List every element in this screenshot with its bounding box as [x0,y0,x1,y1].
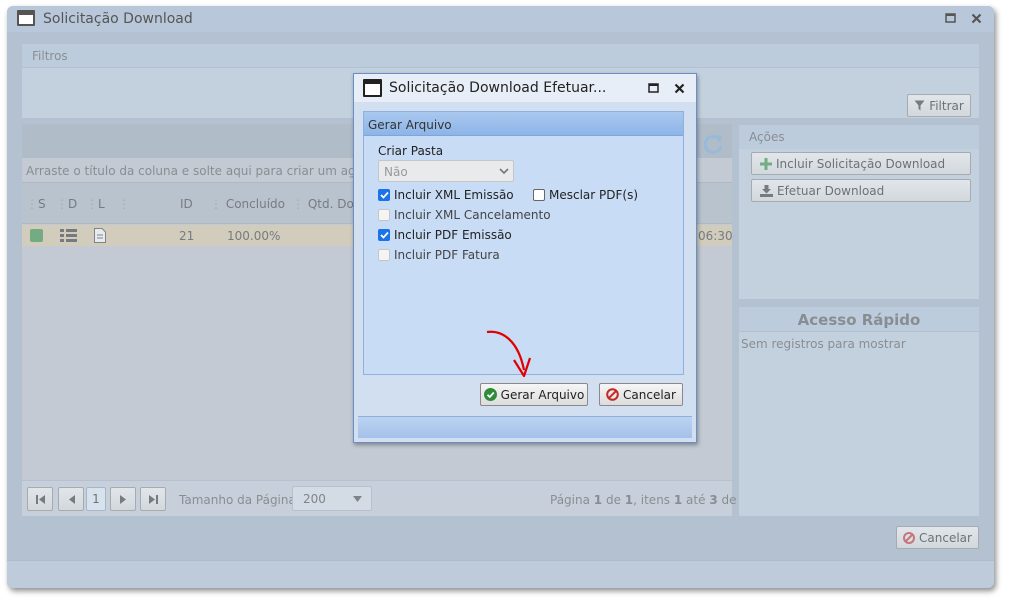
check-circle-icon [483,388,497,401]
folder-select[interactable]: Não [378,160,514,182]
main-titlebar[interactable]: Solicitação Download [7,6,994,32]
dialog-title: Solicitação Download Efetuar... [389,80,607,96]
folder-value: Não [384,165,408,179]
dialog-maximize-icon[interactable] [648,83,659,94]
opt-pdf-emissao[interactable]: Incluir PDF Emissão [378,228,512,242]
cancel-icon [606,388,619,401]
pdf-emissao-label: Incluir PDF Emissão [394,228,512,242]
opt-pdf-fatura[interactable]: Incluir PDF Fatura [378,248,500,262]
opt-mesclar-pdf[interactable]: Mesclar PDF(s) [533,188,638,202]
annotation-arrow-icon [486,330,532,378]
dialog-cancel-button[interactable]: Cancelar [599,383,683,406]
dialog-footer [358,416,692,438]
window-icon [17,10,35,26]
dialog-close-icon[interactable] [674,83,685,94]
mesclar-pdf-label: Mesclar PDF(s) [549,188,639,202]
xml-cancelamento-checkbox[interactable] [378,209,390,221]
download-dialog: Solicitação Download Efetuar... Gerar Ar… [353,73,697,443]
folder-label: Criar Pasta [378,144,444,158]
pdf-fatura-checkbox[interactable] [378,249,390,261]
xml-emissao-label: Incluir XML Emissão [394,188,514,202]
opt-xml-cancelamento[interactable]: Incluir XML Cancelamento [378,208,551,222]
dialog-window-icon [363,79,382,97]
check-icon [379,191,389,199]
mesclar-pdf-checkbox[interactable] [533,189,545,201]
section-title: Gerar Arquivo [368,118,452,132]
generate-file-label: Gerar Arquivo [500,387,585,402]
dialog-titlebar[interactable]: Solicitação Download Efetuar... [354,74,696,102]
xml-cancelamento-label: Incluir XML Cancelamento [394,208,551,222]
section-header: Gerar Arquivo [364,112,683,136]
generate-file-button[interactable]: Gerar Arquivo [480,383,588,406]
main-title: Solicitação Download [43,11,193,27]
xml-emissao-checkbox[interactable] [378,189,390,201]
pdf-emissao-checkbox[interactable] [378,229,390,241]
close-icon[interactable] [971,13,982,24]
pdf-fatura-label: Incluir PDF Fatura [394,248,500,262]
chevron-down-icon [499,168,509,175]
dialog-cancel-label: Cancelar [623,387,676,402]
check-icon [379,231,389,239]
maximize-icon[interactable] [945,13,956,24]
opt-xml-emissao[interactable]: Incluir XML Emissão [378,188,514,202]
